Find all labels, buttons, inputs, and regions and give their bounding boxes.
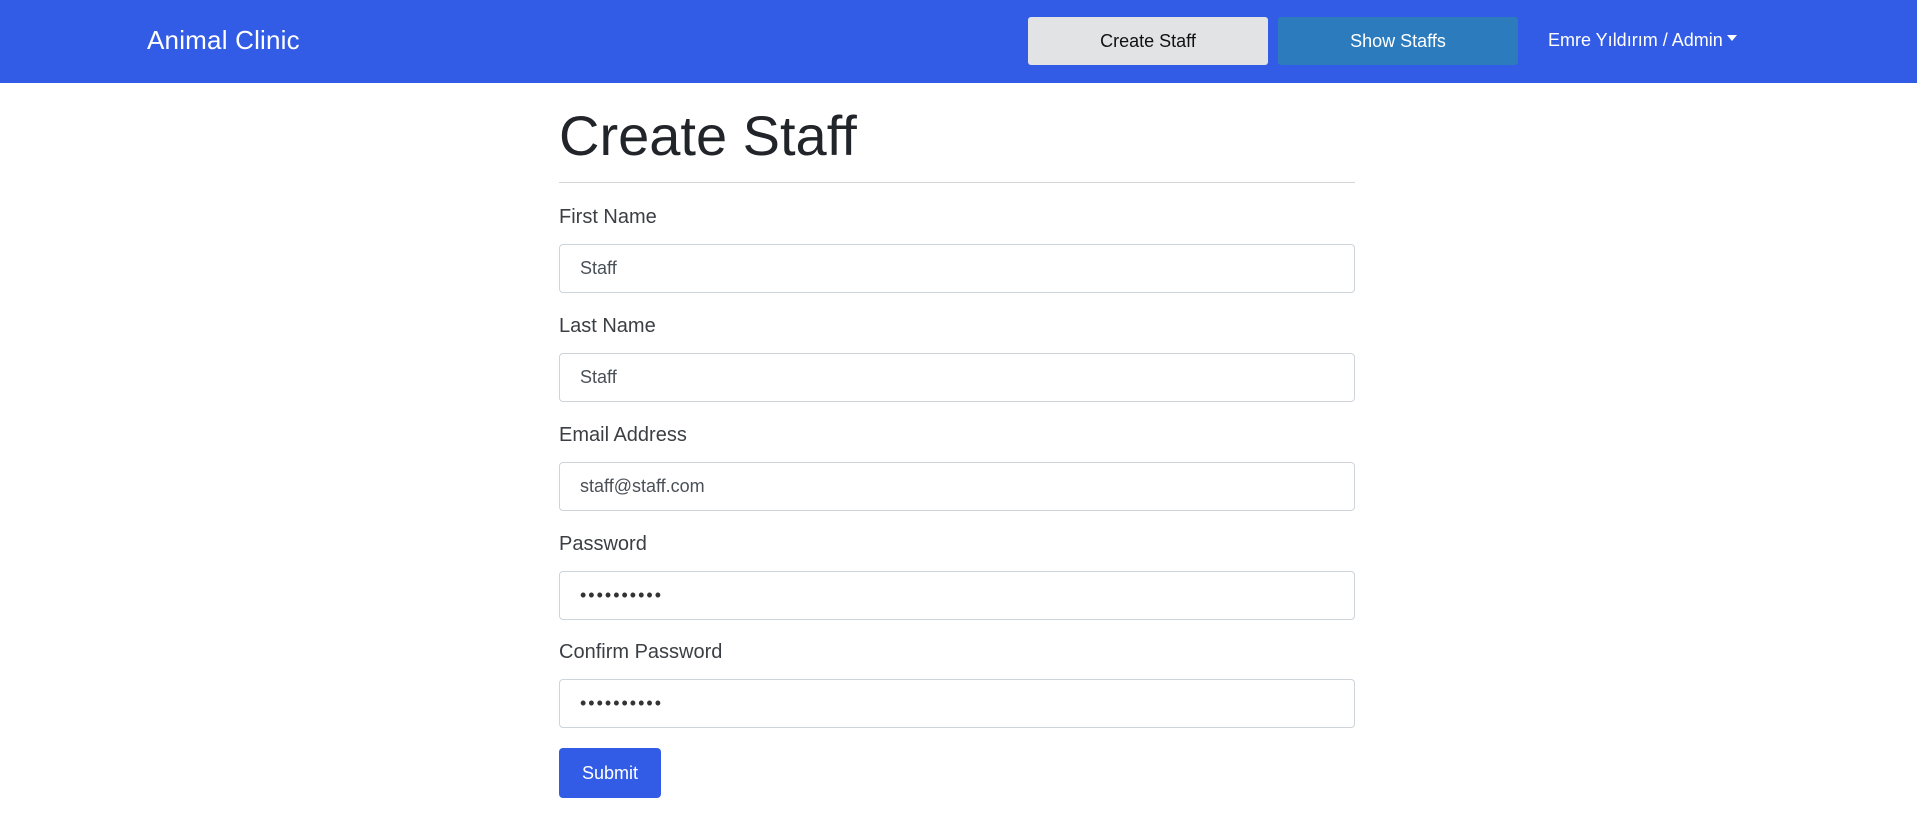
- email-input[interactable]: [559, 462, 1355, 511]
- top-navbar: Animal Clinic Create Staff Show Staffs E…: [0, 0, 1917, 83]
- caret-down-icon: [1726, 35, 1737, 42]
- confirm-password-label: Confirm Password: [559, 641, 723, 663]
- submit-button[interactable]: Submit: [559, 748, 661, 798]
- last-name-input[interactable]: [559, 353, 1355, 402]
- password-label: Password: [559, 533, 647, 555]
- password-input[interactable]: [559, 571, 1355, 620]
- confirm-password-input[interactable]: [559, 679, 1355, 728]
- title-divider: [559, 182, 1355, 183]
- user-dropdown-toggle[interactable]: Emre Yıldırım / Admin: [1548, 28, 1737, 52]
- last-name-label: Last Name: [559, 315, 656, 337]
- user-name-label: Emre Yıldırım / Admin: [1548, 30, 1723, 50]
- first-name-label: First Name: [559, 206, 657, 228]
- create-staff-button[interactable]: Create Staff: [1028, 17, 1268, 65]
- show-staffs-button[interactable]: Show Staffs: [1278, 17, 1518, 65]
- email-label: Email Address: [559, 424, 687, 446]
- brand-link[interactable]: Animal Clinic: [147, 22, 300, 58]
- page-title: Create Staff: [559, 104, 857, 167]
- first-name-input[interactable]: [559, 244, 1355, 293]
